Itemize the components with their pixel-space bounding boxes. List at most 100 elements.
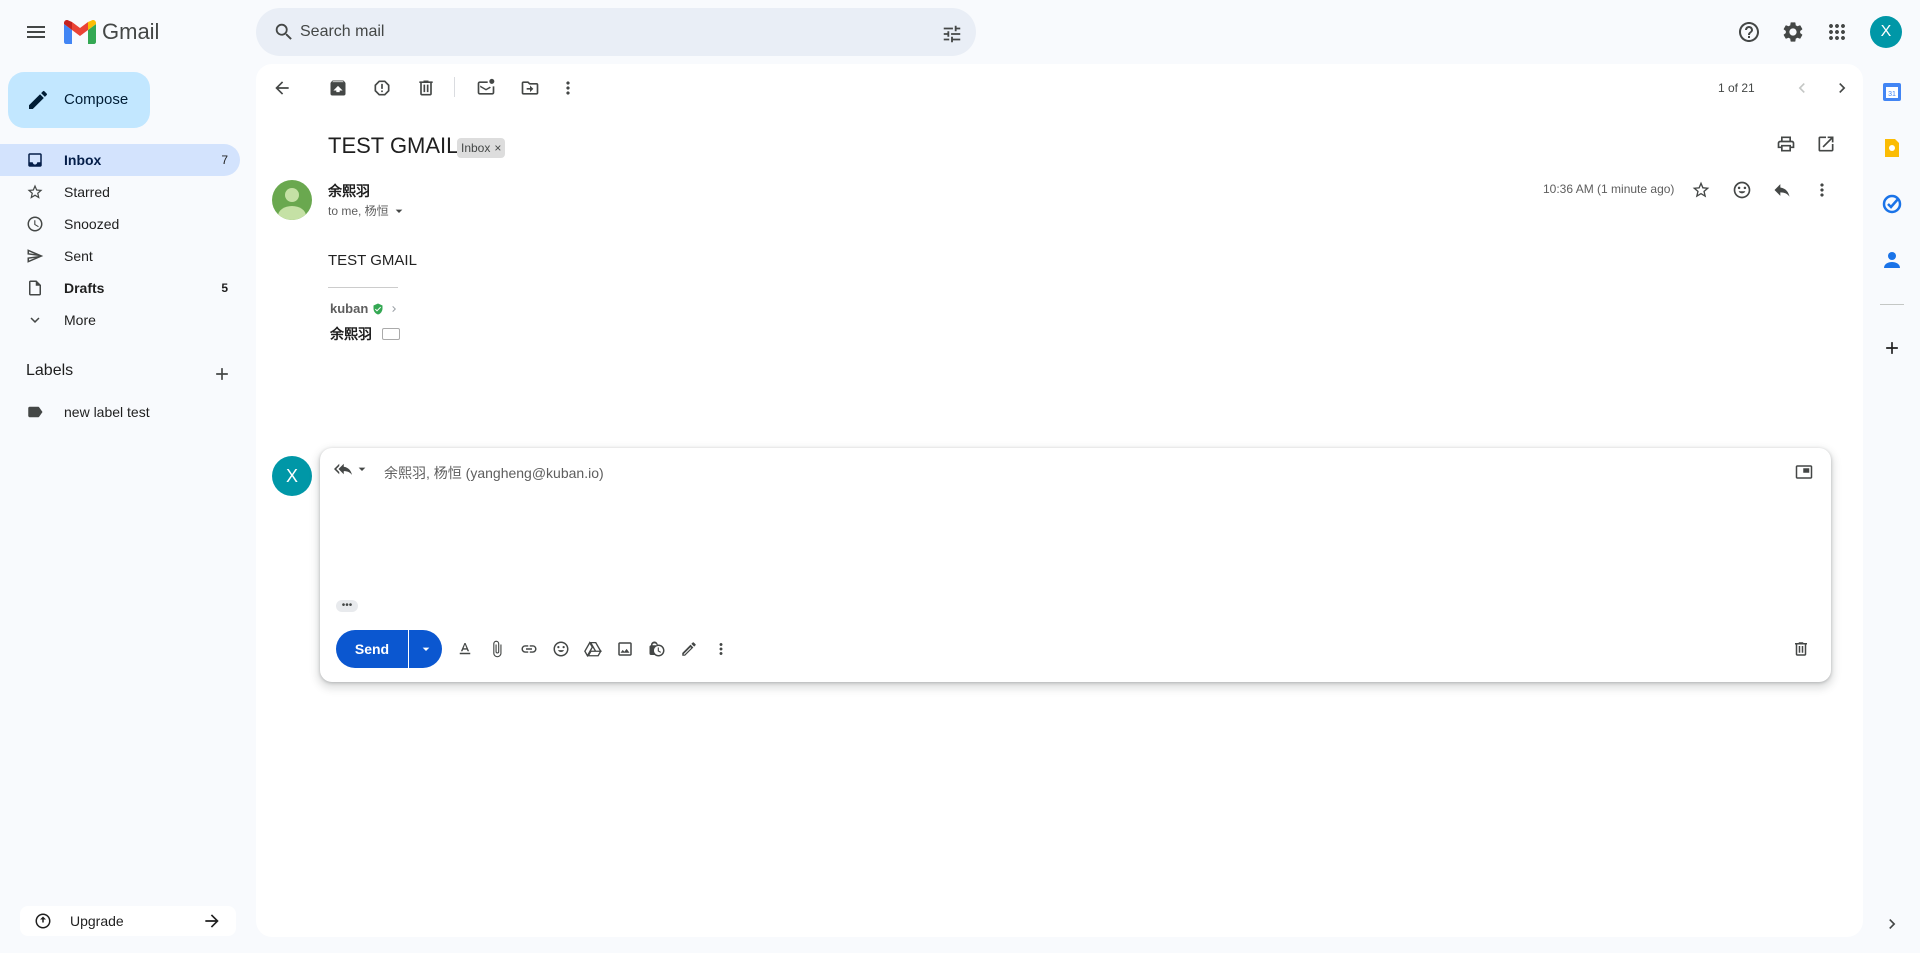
confidential-mode-button[interactable] — [642, 634, 672, 664]
reply-composer[interactable]: 余熙羽, 杨恒 (yangheng@kuban.io) ••• Send — [320, 448, 1831, 682]
sidebar-item-sent[interactable]: Sent — [0, 240, 240, 272]
gmail-m-icon — [64, 20, 96, 44]
sender-avatar[interactable] — [272, 180, 312, 220]
upgrade-label: Upgrade — [70, 913, 124, 929]
chevron-right-icon — [1889, 919, 1896, 929]
get-addons-button[interactable] — [1876, 332, 1908, 364]
more-options-button[interactable] — [706, 634, 736, 664]
signature-divider — [328, 287, 398, 288]
star-outline-icon — [1692, 181, 1710, 198]
delete-button[interactable] — [406, 68, 446, 108]
settings-button[interactable] — [1773, 12, 1813, 52]
newer-button[interactable] — [1782, 68, 1822, 108]
sidebar-item-label: More — [64, 312, 96, 328]
chip-label: Inbox — [461, 141, 491, 155]
open-in-new-icon — [1818, 136, 1834, 152]
compose-label: Compose — [64, 91, 129, 108]
search-input[interactable] — [300, 20, 900, 44]
trash-icon — [1795, 642, 1807, 656]
hamburger-menu-icon — [27, 26, 45, 38]
insert-photo-button[interactable] — [610, 634, 640, 664]
move-folder-icon — [521, 81, 539, 95]
reply-button[interactable] — [1762, 170, 1802, 210]
more-actions-button[interactable] — [548, 68, 588, 108]
send-button[interactable]: Send — [336, 630, 408, 668]
archive-icon — [330, 80, 346, 96]
open-new-window-button[interactable] — [1806, 124, 1846, 164]
hide-side-panel-button[interactable] — [1876, 908, 1908, 940]
remove-label-icon[interactable]: × — [494, 141, 501, 155]
search-options-button[interactable] — [932, 14, 972, 54]
contacts-icon — [1884, 252, 1900, 268]
sidebar-item-drafts[interactable]: Drafts 5 — [0, 272, 240, 304]
show-trimmed-content-button[interactable]: ••• — [336, 600, 358, 612]
insert-emoji-button[interactable] — [546, 634, 576, 664]
move-to-button[interactable] — [510, 68, 550, 108]
sidebar-item-more[interactable]: More — [0, 304, 240, 336]
add-reaction-button[interactable] — [1722, 170, 1762, 210]
insert-drive-button[interactable] — [578, 634, 608, 664]
contacts-app-button[interactable] — [1876, 244, 1908, 276]
sidebar-label-text: new label test — [64, 404, 150, 420]
create-label-button[interactable] — [202, 354, 242, 394]
popout-reply-button[interactable] — [1788, 456, 1820, 488]
reply-type-dropdown[interactable] — [334, 460, 370, 478]
sender-name[interactable]: 余熙羽 — [328, 181, 370, 201]
drive-icon — [584, 641, 602, 658]
insert-link-button[interactable] — [514, 634, 544, 664]
message-body: TEST GMAIL — [328, 252, 417, 269]
more-vert-icon — [1820, 183, 1824, 197]
mark-unread-button[interactable] — [466, 68, 506, 108]
sidebar-item-starred[interactable]: Starred — [0, 176, 240, 208]
recipients-line[interactable]: to me, 杨恒 — [328, 202, 407, 219]
report-icon — [374, 80, 390, 96]
send-icon — [26, 247, 44, 265]
account-avatar[interactable]: X — [1870, 16, 1902, 48]
sidebar-label-new-label-test[interactable]: new label test — [0, 396, 240, 428]
compose-button[interactable]: Compose — [8, 72, 150, 128]
star-icon — [26, 183, 44, 201]
arrow-right-icon — [202, 911, 222, 931]
caret-down-icon — [395, 209, 403, 213]
star-button[interactable] — [1681, 170, 1721, 210]
caret-down-icon — [422, 647, 429, 651]
chevron-down-icon — [26, 311, 44, 329]
discard-draft-button[interactable] — [1786, 634, 1816, 664]
search-bar — [256, 8, 976, 56]
chevron-right-icon — [392, 305, 397, 312]
back-button[interactable] — [262, 68, 302, 108]
send-options-button[interactable] — [409, 630, 442, 668]
search-button[interactable] — [268, 16, 300, 48]
support-button[interactable] — [1729, 12, 1769, 52]
attach-files-button[interactable] — [482, 634, 512, 664]
reply-avatar: X — [272, 456, 312, 496]
report-spam-button[interactable] — [362, 68, 402, 108]
tasks-app-button[interactable] — [1876, 188, 1908, 220]
text-format-icon — [459, 643, 471, 655]
older-button[interactable] — [1822, 68, 1862, 108]
upgrade-button[interactable]: Upgrade — [20, 906, 236, 936]
google-apps-button[interactable] — [1817, 12, 1857, 52]
keep-app-button[interactable] — [1876, 132, 1908, 164]
pen-icon — [682, 642, 696, 656]
formatting-options-button[interactable] — [450, 634, 480, 664]
message-more-button[interactable] — [1802, 170, 1842, 210]
trash-icon — [419, 80, 433, 96]
archive-button[interactable] — [318, 68, 358, 108]
insert-signature-button[interactable] — [674, 634, 704, 664]
more-vert-icon — [719, 643, 723, 655]
main-menu-button[interactable] — [16, 12, 56, 52]
sidebar-item-label: Drafts — [64, 280, 105, 296]
mark-unread-icon — [477, 78, 495, 95]
print-all-button[interactable] — [1766, 124, 1806, 164]
image-icon — [618, 642, 632, 656]
print-icon — [1777, 136, 1795, 152]
sidebar-item-snoozed[interactable]: Snoozed — [0, 208, 240, 240]
signature-name-text: 余熙羽 — [330, 326, 372, 342]
pagination-text: 1 of 21 — [1718, 81, 1755, 95]
calendar-app-button[interactable]: 31 — [1876, 76, 1908, 108]
emoji-icon — [553, 641, 569, 657]
sidebar-item-inbox[interactable]: Inbox 7 — [0, 144, 240, 176]
gmail-logo[interactable]: Gmail — [64, 16, 159, 48]
reply-recipients[interactable]: 余熙羽, 杨恒 (yangheng@kuban.io) — [384, 463, 604, 483]
